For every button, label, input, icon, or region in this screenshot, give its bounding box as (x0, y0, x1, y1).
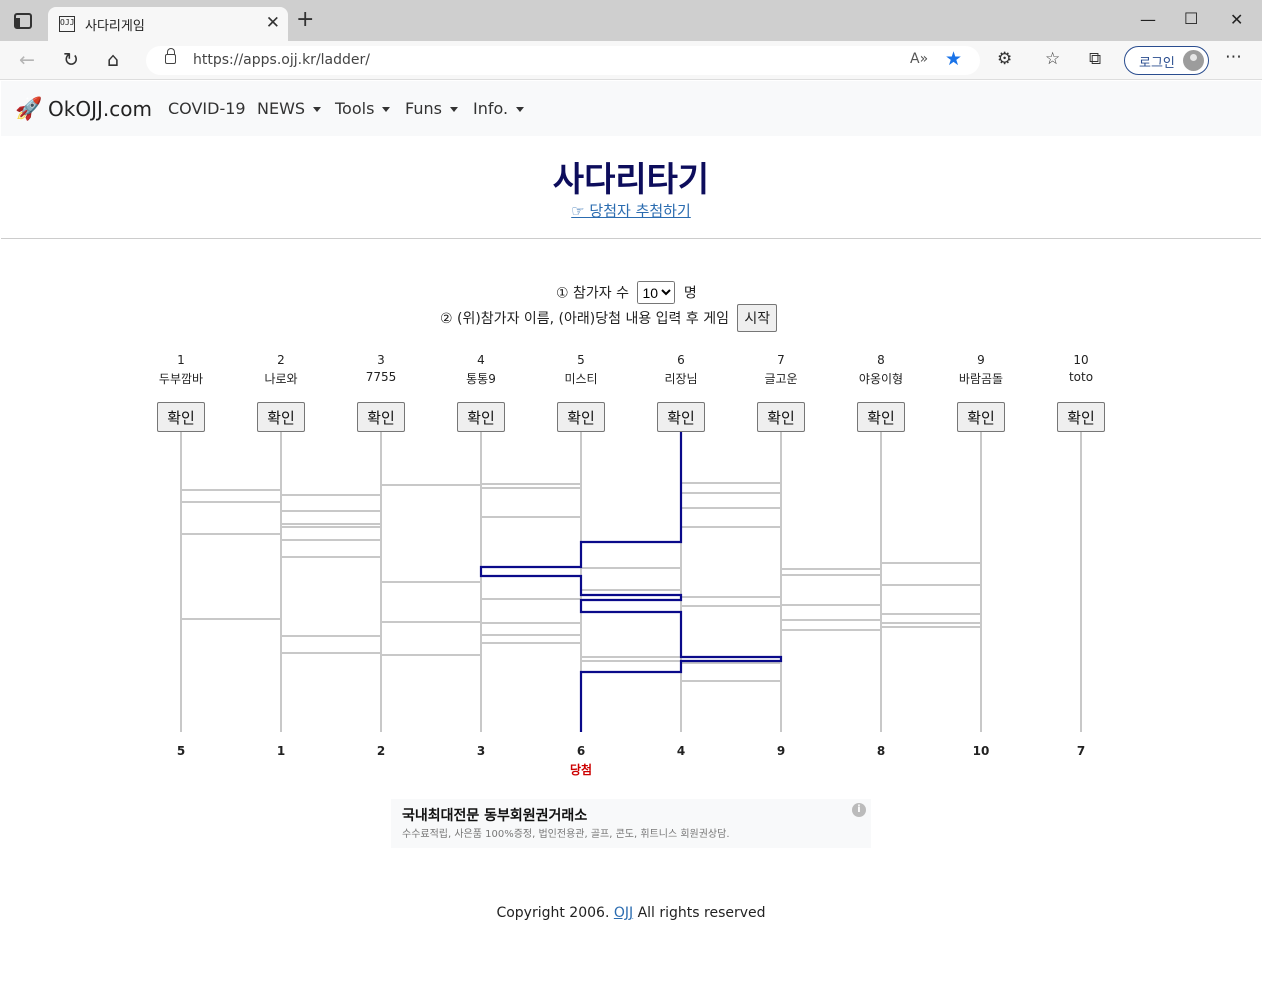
result-3: 2 (376, 744, 386, 758)
result-4: 3 (476, 744, 486, 758)
footer-prefix: Copyright 2006. (496, 905, 614, 921)
ladder-board (180, 432, 1082, 732)
footer-suffix: All rights reserved (633, 905, 766, 921)
result-5: 6 (576, 744, 586, 758)
result-2: 1 (276, 744, 286, 758)
result-7: 9 (776, 744, 786, 758)
ad-title[interactable]: 국내최대전문 동부회원권거래소 (402, 805, 587, 825)
result-8: 8 (876, 744, 886, 758)
ad-info-icon[interactable]: i (852, 803, 866, 817)
winning-path (479, 432, 783, 732)
ad-description[interactable]: 수수료적립, 사은품 100%증정, 법인전용관, 골프, 콘도, 휘트니스 회… (402, 825, 730, 840)
footer-link[interactable]: OJJ (614, 905, 633, 921)
result-9: 10 (972, 744, 990, 758)
footer: Copyright 2006. OJJ All rights reserved (0, 905, 1262, 921)
ad-banner[interactable]: 국내최대전문 동부회원권거래소 수수료적립, 사은품 100%증정, 법인전용관… (391, 799, 871, 848)
result-10: 7 (1076, 744, 1086, 758)
result-6: 4 (676, 744, 686, 758)
winner-label: 당첨 (569, 763, 593, 777)
result-1: 5 (176, 744, 186, 758)
